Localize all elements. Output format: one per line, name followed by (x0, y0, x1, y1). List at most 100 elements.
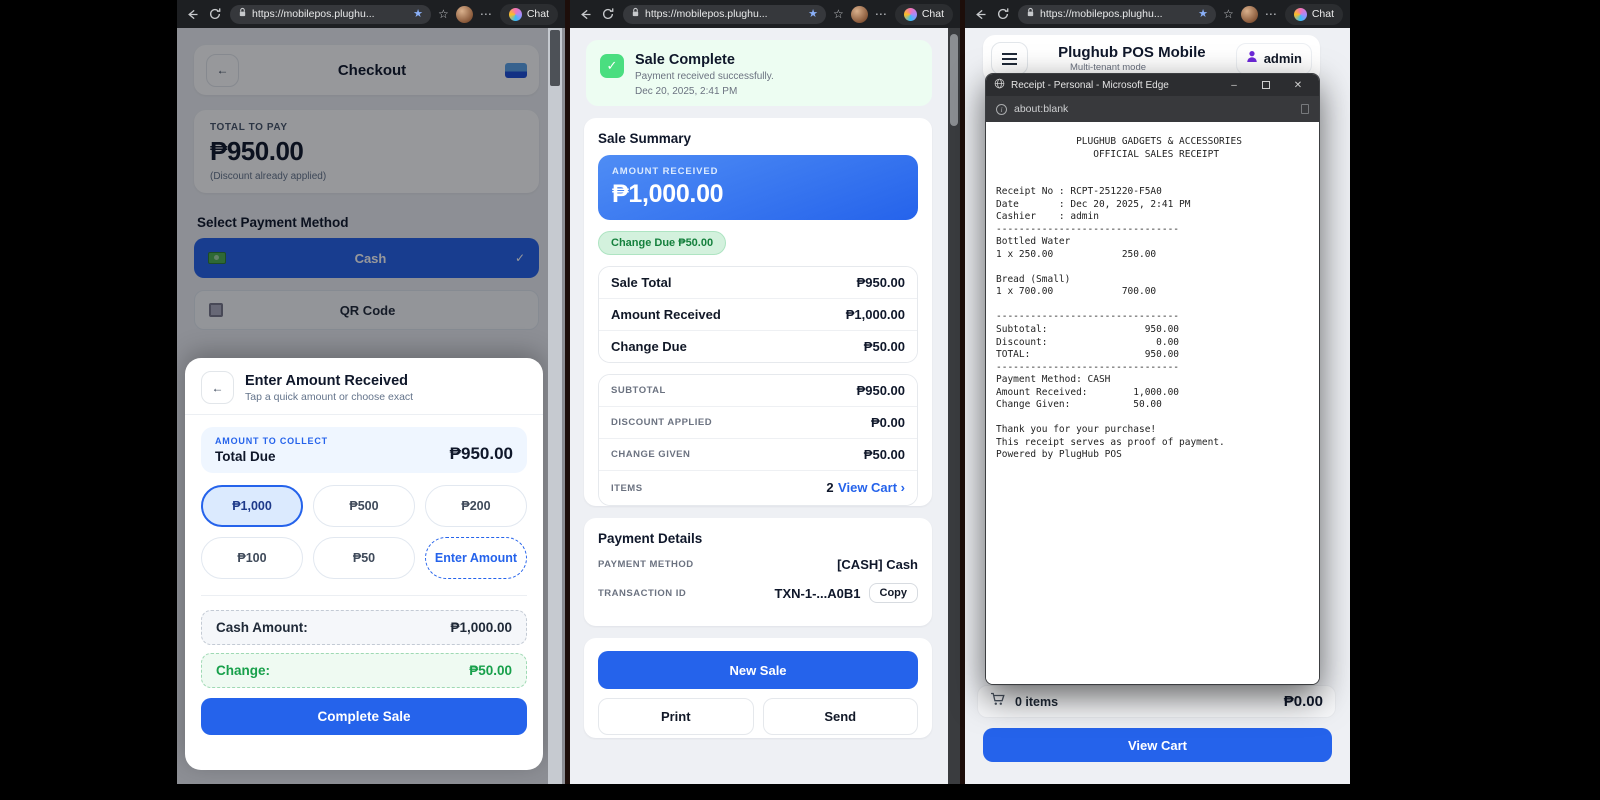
browser-window-checkout: https://mobilepos.plughu... ★ ☆ ⋯ Chat ←… (177, 0, 565, 784)
back-icon[interactable] (577, 6, 593, 22)
url-text: https://mobilepos.plughu... (1040, 8, 1193, 20)
items-row: ITEMS 2 View Cart › (599, 471, 917, 505)
globe-icon (994, 76, 1005, 94)
page-icon[interactable] (1301, 104, 1309, 114)
browser-toolbar: https://mobilepos.plughu... ★ ☆ ⋯ Chat (570, 0, 960, 28)
sale-summary-card: Sale Summary AMOUNT RECEIVED ₱1,000.00 C… (584, 118, 932, 506)
address-bar[interactable]: https://mobilepos.plughu... ★ (230, 5, 431, 24)
view-cart-link[interactable]: View Cart › (838, 480, 905, 495)
sheet-back-button[interactable]: ← (201, 371, 234, 404)
close-button[interactable]: ✕ (1285, 76, 1311, 94)
copilot-icon (509, 8, 522, 21)
change-row: Change: ₱50.00 (201, 653, 527, 688)
scrollbar-thumb[interactable] (950, 34, 958, 126)
lock-icon (1026, 5, 1035, 23)
complete-sale-button[interactable]: Complete Sale (201, 698, 527, 735)
username: admin (1264, 51, 1302, 66)
send-button[interactable]: Send (763, 698, 919, 735)
popup-address-bar[interactable]: i about:blank (986, 96, 1319, 122)
scrollbar[interactable] (948, 28, 960, 784)
quick-amount-200[interactable]: ₱200 (425, 485, 527, 527)
cart-icon (990, 692, 1006, 711)
quick-amount-500[interactable]: ₱500 (313, 485, 415, 527)
browser-toolbar: https://mobilepos.plughu... ★ ☆ ⋯ Chat (965, 0, 1350, 28)
browser-toolbar: https://mobilepos.plughu... ★ ☆ ⋯ Chat (177, 0, 565, 28)
profile-avatar[interactable] (851, 6, 868, 23)
new-sale-button[interactable]: New Sale (598, 651, 918, 689)
print-button[interactable]: Print (598, 698, 754, 735)
more-menu-icon[interactable]: ⋯ (875, 8, 888, 20)
summary-row: Sale Total ₱950.00 (599, 267, 917, 299)
info-icon: i (996, 104, 1007, 115)
refresh-icon[interactable] (207, 6, 223, 22)
copilot-chat-button[interactable]: Chat (1285, 4, 1343, 25)
user-chip[interactable]: admin (1236, 43, 1312, 75)
scrollbar-thumb[interactable] (550, 30, 560, 86)
receipt-text: PLUGHUB GADGETS & ACCESSORIES OFFICIAL S… (986, 122, 1319, 476)
more-menu-icon[interactable]: ⋯ (1265, 8, 1278, 20)
copy-button[interactable]: Copy (869, 583, 919, 603)
banner-timestamp: Dec 20, 2025, 2:41 PM (635, 85, 774, 98)
hamburger-icon (1002, 53, 1017, 55)
address-bar[interactable]: https://mobilepos.plughu... ★ (623, 5, 826, 24)
enter-amount-button[interactable]: Enter Amount (425, 537, 527, 579)
quick-amount-100[interactable]: ₱100 (201, 537, 303, 579)
quick-amount-50[interactable]: ₱50 (313, 537, 415, 579)
favorites-hub-icon[interactable]: ☆ (833, 8, 844, 20)
lock-icon (238, 5, 247, 23)
bookmark-star-icon[interactable]: ★ (808, 9, 818, 20)
profile-avatar[interactable] (456, 6, 473, 23)
summary-rows-group: Sale Total ₱950.00 Amount Received ₱1,00… (598, 266, 918, 363)
url-text: https://mobilepos.plughu... (252, 8, 408, 20)
detail-row: SUBTOTAL ₱950.00 (599, 375, 917, 407)
refresh-icon[interactable] (600, 6, 616, 22)
total-due-value: ₱950.00 (450, 444, 513, 464)
popup-title: Receipt - Personal - Microsoft Edge (1011, 80, 1215, 91)
divider (201, 595, 527, 596)
user-icon (1246, 50, 1258, 68)
profile-avatar[interactable] (1241, 6, 1258, 23)
sale-complete-page: ✓ Sale Complete Payment received success… (570, 28, 960, 784)
more-menu-icon[interactable]: ⋯ (480, 8, 493, 20)
sheet-subtitle: Tap a quick amount or choose exact (245, 391, 413, 403)
popup-url: about:blank (1014, 103, 1294, 115)
payment-method-row: PAYMENT METHOD [CASH] Cash (598, 557, 918, 572)
checkout-page: ← Checkout TOTAL TO PAY ₱950.00 (Discoun… (177, 28, 565, 784)
items-count: 2 (826, 480, 833, 495)
refresh-icon[interactable] (995, 6, 1011, 22)
maximize-icon (1262, 81, 1270, 89)
back-arrow-icon: ← (212, 381, 224, 395)
browser-window-sale-complete: https://mobilepos.plughu... ★ ☆ ⋯ Chat ✓… (570, 0, 960, 784)
summary-row: Change Due ₱50.00 (599, 331, 917, 362)
copilot-chat-button[interactable]: Chat (500, 4, 558, 25)
detail-rows-group: SUBTOTAL ₱950.00 DISCOUNT APPLIED ₱0.00 … (598, 374, 918, 506)
amount-received-value: ₱1,000.00 (612, 180, 904, 209)
minimize-button[interactable]: – (1221, 76, 1247, 94)
view-cart-button[interactable]: View Cart (983, 728, 1332, 762)
bookmark-star-icon[interactable]: ★ (413, 9, 423, 20)
favorites-hub-icon[interactable]: ☆ (1223, 8, 1234, 20)
scrollbar[interactable] (548, 28, 562, 784)
enter-amount-sheet: ← Enter Amount Received Tap a quick amou… (185, 358, 543, 770)
copilot-icon (904, 8, 917, 21)
lock-icon (631, 5, 640, 23)
hamburger-menu-button[interactable] (991, 42, 1028, 75)
address-bar[interactable]: https://mobilepos.plughu... ★ (1018, 5, 1216, 24)
cash-amount-label: Cash Amount: (216, 620, 308, 635)
maximize-button[interactable] (1253, 76, 1279, 94)
popup-titlebar[interactable]: Receipt - Personal - Microsoft Edge – ✕ (986, 74, 1319, 96)
url-text: https://mobilepos.plughu... (645, 8, 803, 20)
actions-card: New Sale Print Send (584, 638, 932, 738)
transaction-id-value: TXN-1-...A0B1 (775, 586, 861, 601)
copilot-chat-button[interactable]: Chat (895, 4, 953, 25)
detail-row: DISCOUNT APPLIED ₱0.00 (599, 407, 917, 439)
bookmark-star-icon[interactable]: ★ (1198, 9, 1208, 20)
quick-amount-grid: ₱1,000 ₱500 ₱200 ₱100 ₱50 Enter Amount (201, 485, 527, 579)
receipt-popup-window: Receipt - Personal - Microsoft Edge – ✕ … (985, 73, 1320, 685)
favorites-hub-icon[interactable]: ☆ (438, 8, 449, 20)
back-icon[interactable] (184, 6, 200, 22)
back-icon[interactable] (972, 6, 988, 22)
quick-amount-1000[interactable]: ₱1,000 (201, 485, 303, 527)
app-title: Plughub POS Mobile (1036, 44, 1228, 61)
detail-row: CHANGE GIVEN ₱50.00 (599, 439, 917, 471)
